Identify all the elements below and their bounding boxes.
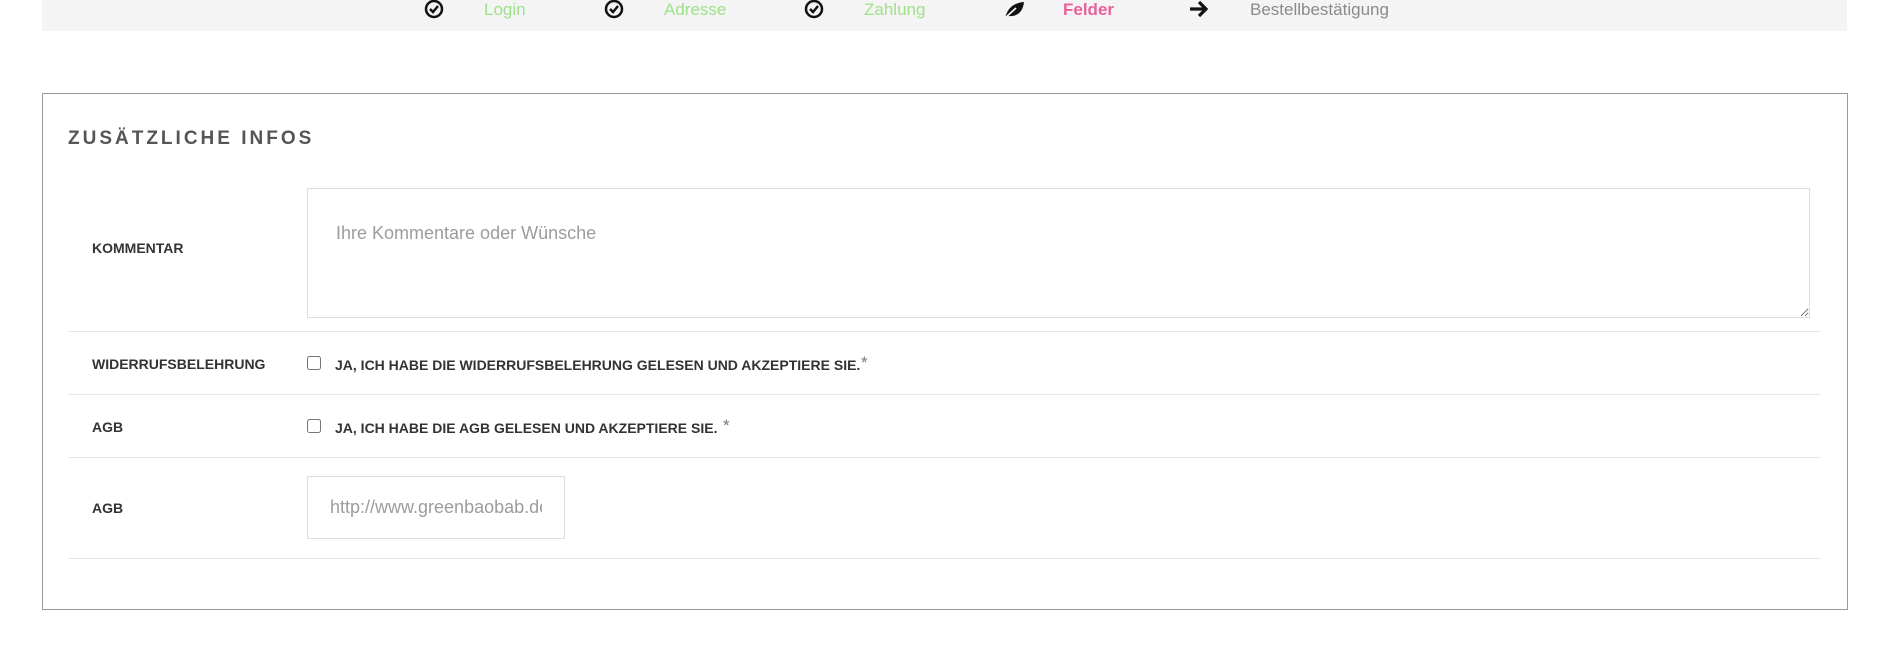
leaf-icon bbox=[1003, 2, 1024, 20]
step-felder-label: Felder bbox=[1063, 0, 1115, 19]
step-zahlung-label: Zahlung bbox=[864, 0, 926, 19]
panel-title: ZUSÄTZLICHE INFOS bbox=[68, 128, 315, 149]
agb-check-row: AGB bbox=[68, 395, 1821, 458]
step-login-label: Login bbox=[484, 0, 526, 19]
additional-info-panel: ZUSÄTZLICHE INFOS KOMMENTAR WIDERRUFSBEL… bbox=[42, 93, 1848, 610]
check-circle-icon bbox=[424, 0, 444, 19]
agb-check-label: AGB bbox=[92, 419, 124, 435]
withdrawal-checkbox[interactable] bbox=[307, 356, 321, 370]
agb-checkbox[interactable] bbox=[307, 419, 321, 433]
step-adresse-label: Adresse bbox=[664, 0, 727, 19]
withdrawal-label: WIDERRUFSBELEHRUNG bbox=[92, 356, 266, 372]
agb-link-label: AGB bbox=[92, 500, 124, 516]
check-circle-icon bbox=[604, 0, 624, 19]
comment-label: KOMMENTAR bbox=[92, 240, 184, 256]
arrow-right-icon bbox=[1190, 0, 1209, 18]
agb-url-input[interactable] bbox=[307, 476, 565, 539]
withdrawal-checkbox-text: JA, ICH HABE DIE WIDERRUFSBELEHRUNG GELE… bbox=[335, 357, 861, 373]
agb-checkbox-text: JA, ICH HABE DIE AGB GELESEN UND AKZEPTI… bbox=[335, 420, 718, 436]
comment-textarea[interactable] bbox=[307, 188, 1810, 318]
withdrawal-row: WIDERRUFSBELEHRUNG bbox=[68, 332, 1821, 395]
required-mark: * bbox=[861, 353, 868, 372]
check-circle-icon bbox=[804, 0, 824, 19]
step-bestellbestaetigung-label: Bestellbestätigung bbox=[1250, 0, 1389, 19]
required-mark: * bbox=[723, 416, 730, 435]
checkout-progress-bar: Login Adresse Zahlung Felder Bestellbest… bbox=[42, 0, 1847, 31]
